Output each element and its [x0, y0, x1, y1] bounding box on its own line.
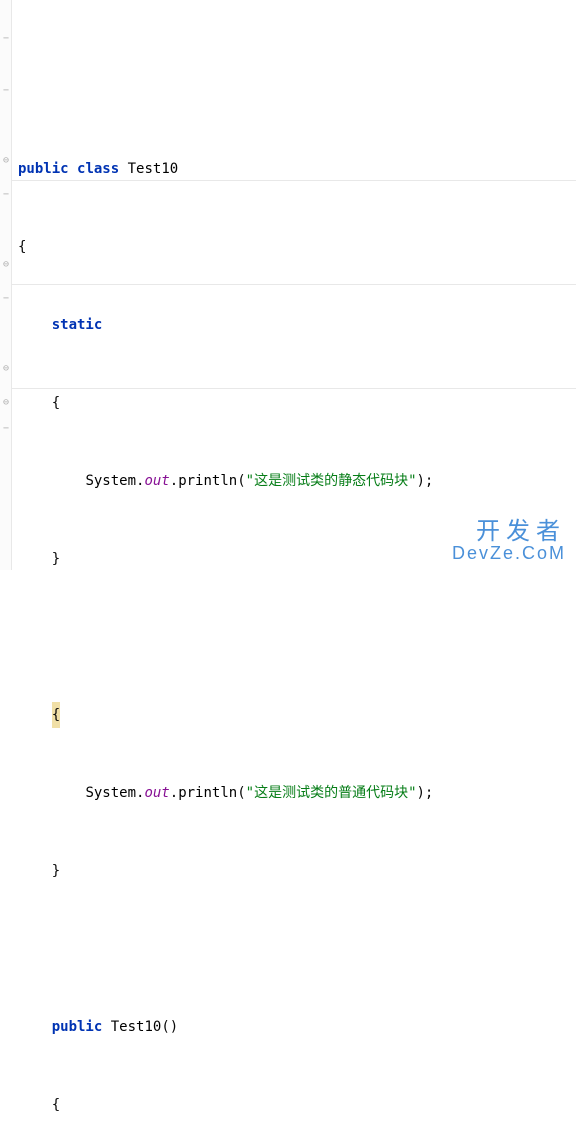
fold-icon[interactable]: −: [0, 33, 12, 45]
code-line[interactable]: [18, 624, 576, 650]
code-line[interactable]: System.out.println("这是测试类的普通代码块");: [18, 780, 576, 806]
fold-icon[interactable]: ⊖: [0, 259, 12, 271]
code-line[interactable]: System.out.println("这是测试类的静态代码块");: [18, 468, 576, 494]
string-literal: "这是测试类的普通代码块": [246, 785, 417, 801]
fold-icon[interactable]: −: [0, 189, 12, 201]
string-literal: "这是测试类的静态代码块": [246, 473, 417, 489]
identifier: System: [85, 473, 136, 489]
fold-icon[interactable]: −: [0, 85, 12, 97]
code-line[interactable]: {: [18, 702, 576, 728]
method: println: [178, 785, 237, 801]
code-editor[interactable]: − − ⊖ − ⊖ − ⊖ ⊖ − public class Test10 { …: [0, 0, 576, 570]
code-line[interactable]: }: [18, 546, 576, 572]
code-line[interactable]: public Test10(): [18, 1014, 576, 1040]
keyword: class: [77, 161, 119, 177]
fold-icon[interactable]: ⊖: [0, 155, 12, 167]
code-line[interactable]: static: [18, 312, 576, 338]
brace-highlight: {: [52, 702, 60, 728]
code-line[interactable]: {: [18, 390, 576, 416]
code-line[interactable]: public class Test10: [18, 156, 576, 182]
keyword: public: [18, 161, 69, 177]
field: out: [144, 785, 169, 801]
method: println: [178, 473, 237, 489]
fold-icon[interactable]: ⊖: [0, 363, 12, 375]
code-area[interactable]: public class Test10 { static { System.ou…: [12, 0, 576, 570]
code-line[interactable]: }: [18, 858, 576, 884]
keyword: public: [52, 1019, 103, 1035]
code-line[interactable]: {: [18, 1092, 576, 1118]
fold-icon[interactable]: ⊖: [0, 397, 12, 409]
editor-gutter: − − ⊖ − ⊖ − ⊖ ⊖ −: [0, 0, 12, 570]
keyword: static: [52, 317, 103, 333]
class-name: Test10: [128, 161, 179, 177]
field: out: [144, 473, 169, 489]
fold-icon[interactable]: −: [0, 423, 12, 435]
fold-icon[interactable]: −: [0, 293, 12, 305]
constructor-name: Test10: [111, 1019, 162, 1035]
code-line[interactable]: [18, 936, 576, 962]
identifier: System: [85, 785, 136, 801]
code-line[interactable]: {: [18, 234, 576, 260]
